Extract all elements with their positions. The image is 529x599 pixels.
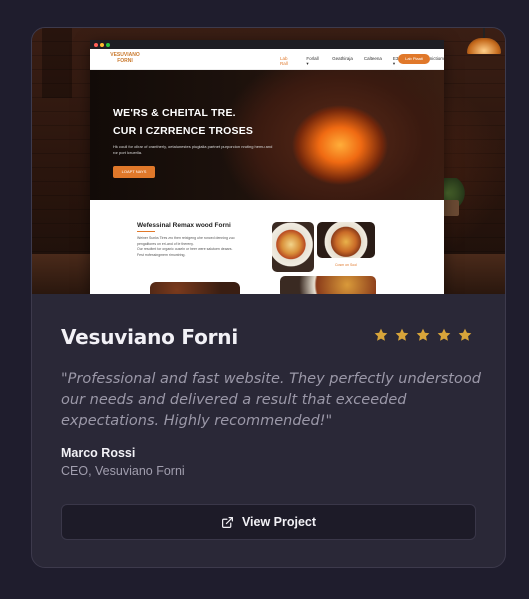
pendant-lamp <box>467 38 501 54</box>
maximize-dot-icon <box>106 43 110 47</box>
close-dot-icon <box>94 43 98 47</box>
food-photo <box>280 276 376 294</box>
site-logo: VESUVIANO FORNI <box>105 52 145 64</box>
site-section-text: Weiner Sunks Tires zro then reixigeng uh… <box>137 236 261 258</box>
site-section-heading: Wefessinal Remax wood Forni <box>137 222 231 229</box>
site-section-line: Fest rrofessingmem rimuntring. <box>137 252 186 257</box>
project-card: VESUVIANO FORNI Lab Rall Forlall ▾ Geath… <box>31 27 506 568</box>
star-rating <box>373 327 473 343</box>
star-icon <box>395 328 409 341</box>
food-photo <box>317 222 375 258</box>
food-photo <box>150 282 240 294</box>
view-project-label: View Project <box>241 515 317 529</box>
view-project-button[interactable]: View Project <box>61 504 476 540</box>
project-preview-image: VESUVIANO FORNI Lab Rall Forlall ▾ Geath… <box>32 28 505 294</box>
website-screenshot: VESUVIANO FORNI Lab Rall Forlall ▾ Geath… <box>90 40 444 294</box>
site-hero-heading-line2: CUR I CZRRENCE TROSES <box>113 125 254 137</box>
site-nav-item: Geathiraja <box>332 56 353 61</box>
project-title: Vesuviano Forni <box>61 325 238 349</box>
star-icon <box>416 328 430 341</box>
author-role: CEO, Vesuviano Forni <box>61 464 185 478</box>
food-photo <box>272 222 314 272</box>
site-hero-button: LOAPT NAYS <box>113 166 155 178</box>
wall-shadow <box>42 28 72 98</box>
site-section: Wefessinal Remax wood Forni Weiner Sunks… <box>90 200 444 294</box>
site-logo-line2: FORNI <box>117 58 133 64</box>
browser-bar <box>90 40 444 49</box>
site-hero-heading: WE'RS & CHEITAL TRE. CUR I CZRRENCE TROS… <box>113 104 253 140</box>
star-icon <box>458 328 472 341</box>
card-content: Vesuviano Forni "Professional and fast w… <box>32 294 505 567</box>
site-nav-item: Forlall ▾ <box>306 56 319 66</box>
heading-underline <box>137 231 155 232</box>
site-hero: WE'RS & CHEITAL TRE. CUR I CZRRENCE TROS… <box>90 70 444 200</box>
star-icon <box>437 328 451 341</box>
external-link-icon <box>221 516 233 528</box>
food-photo-label: Cosm on Sool <box>335 263 357 267</box>
star-icon <box>374 328 388 341</box>
minimize-dot-icon <box>100 43 104 47</box>
site-hero-heading-line1: WE'RS & CHEITAL TRE. <box>113 107 236 119</box>
site-nav-item: Calteena <box>363 56 382 61</box>
site-nav-cta: Lab Piaati <box>398 54 430 64</box>
site-hero-text: Hk coull for ollrar of crantherly, oetal… <box>113 144 273 155</box>
site-nav-item: Lab Rall <box>280 56 288 66</box>
testimonial-quote: "Professional and fast website. They per… <box>61 371 481 429</box>
site-nav: VESUVIANO FORNI Lab Rall Forlall ▾ Geath… <box>90 49 444 70</box>
author-name: Marco Rossi <box>61 446 136 460</box>
